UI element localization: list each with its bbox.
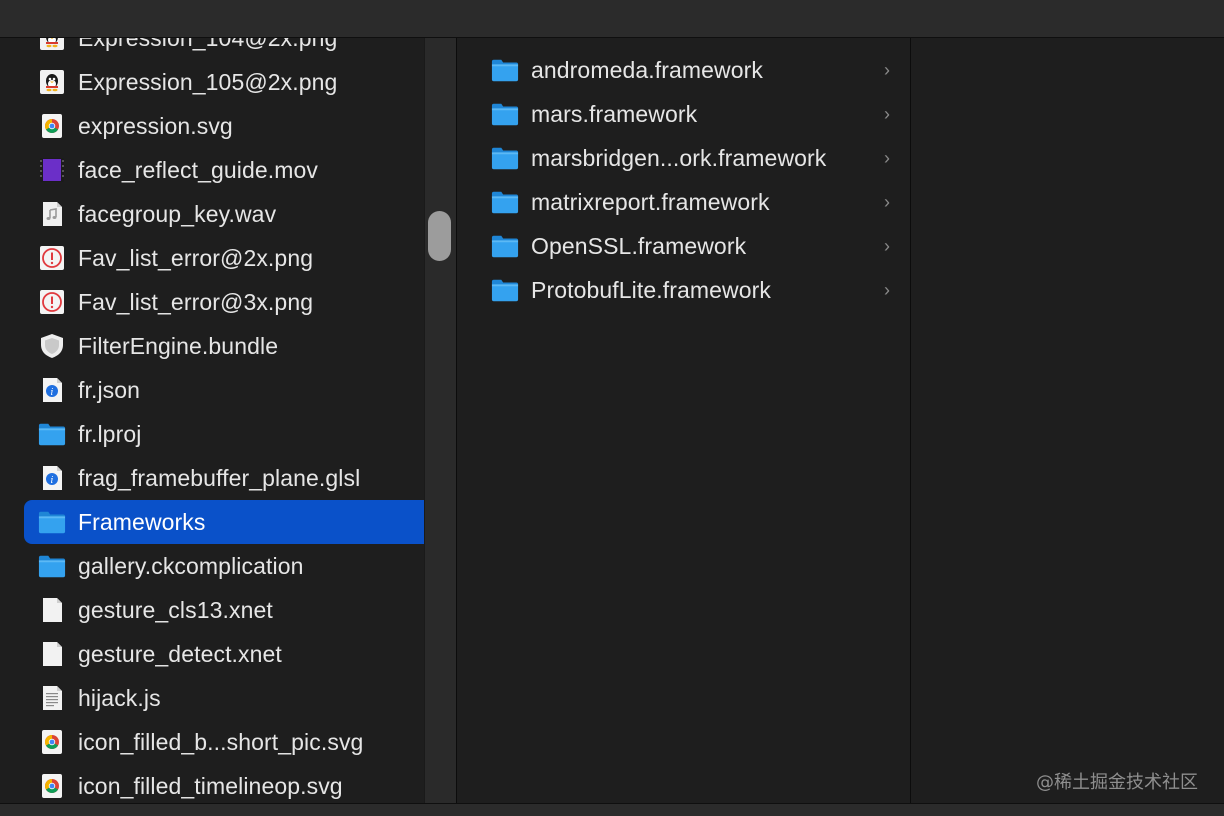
- item-name: Frameworks: [78, 508, 206, 535]
- item-name: mars.framework: [531, 100, 698, 127]
- folder-icon: [38, 552, 66, 580]
- folder-icon: [491, 232, 519, 260]
- item-name: fr.json: [78, 376, 141, 403]
- scrollbar-track[interactable]: [424, 38, 456, 803]
- text-file-icon: [38, 684, 66, 712]
- finder-window: Expression_104@2x.png Expression_105@2x.p…: [0, 0, 1224, 816]
- folder-row[interactable]: ProtobufLite.framework ›: [482, 268, 892, 312]
- file-row[interactable]: face_reflect_guide.mov: [24, 148, 456, 192]
- folder-icon: [491, 144, 519, 172]
- item-name: icon_filled_b...short_pic.svg: [78, 728, 364, 755]
- video-file-icon: [38, 156, 66, 184]
- folder-icon: [38, 420, 66, 448]
- folder-row[interactable]: Frameworks›: [24, 500, 456, 544]
- svg-text:i: i: [51, 476, 54, 486]
- item-name: Expression_104@2x.png: [78, 38, 337, 52]
- chrome-icon: [38, 728, 66, 756]
- file-row[interactable]: FilterEngine.bundle: [24, 324, 456, 368]
- item-name: gesture_detect.xnet: [78, 640, 282, 667]
- item-name: marsbridgen...ork.framework: [531, 144, 827, 171]
- json-file-icon: i: [38, 464, 66, 492]
- penguin-image-icon: [38, 68, 66, 96]
- file-row[interactable]: icon_filled_timelineop.svg: [24, 764, 456, 803]
- file-row[interactable]: hijack.js: [24, 676, 456, 720]
- file-row[interactable]: gesture_detect.xnet: [24, 632, 456, 676]
- chevron-right-icon[interactable]: ›: [884, 61, 890, 79]
- chevron-right-icon[interactable]: ›: [884, 105, 890, 123]
- item-name: Fav_list_error@3x.png: [78, 288, 314, 315]
- watermark: @稀土掘金技术社区: [1036, 772, 1198, 793]
- folder-row[interactable]: mars.framework ›: [482, 92, 892, 136]
- folder-icon: [491, 276, 519, 304]
- folder-row[interactable]: gallery.ckcomplication›: [24, 544, 456, 588]
- folder-row[interactable]: fr.lproj›: [24, 412, 456, 456]
- item-name: OpenSSL.framework: [531, 232, 747, 259]
- item-name: icon_filled_timelineop.svg: [78, 772, 343, 799]
- file-row[interactable]: Fav_list_error@3x.png: [24, 280, 456, 324]
- chrome-icon: [38, 112, 66, 140]
- column-1[interactable]: Expression_104@2x.png Expression_105@2x.p…: [0, 38, 456, 803]
- item-name: matrixreport.framework: [531, 188, 770, 215]
- item-name: Expression_105@2x.png: [78, 68, 338, 95]
- bottom-strip: [0, 803, 1224, 816]
- item-name: expression.svg: [78, 112, 233, 139]
- file-row[interactable]: icon_filled_b...short_pic.svg: [24, 720, 456, 764]
- item-name: facegroup_key.wav: [78, 200, 277, 227]
- file-list-column-1: Expression_104@2x.png Expression_105@2x.p…: [0, 38, 456, 803]
- blank-file-icon: [38, 596, 66, 624]
- folder-row[interactable]: marsbridgen...ork.framework ›: [482, 136, 892, 180]
- chevron-right-icon[interactable]: ›: [884, 237, 890, 255]
- error-image-icon: [38, 244, 66, 272]
- folder-icon: [491, 56, 519, 84]
- folder-icon: [491, 100, 519, 128]
- item-name: ProtobufLite.framework: [531, 276, 771, 303]
- file-row[interactable]: gesture_cls13.xnet: [24, 588, 456, 632]
- chevron-right-icon[interactable]: ›: [884, 149, 890, 167]
- file-row[interactable]: expression.svg: [24, 104, 456, 148]
- chevron-right-icon[interactable]: ›: [884, 281, 890, 299]
- item-name: face_reflect_guide.mov: [78, 156, 319, 183]
- column-3-empty[interactable]: [912, 38, 1224, 803]
- file-row[interactable]: Expression_105@2x.png: [24, 60, 456, 104]
- chrome-icon: [38, 772, 66, 800]
- audio-file-icon: [38, 200, 66, 228]
- blank-file-icon: [38, 640, 66, 668]
- bundle-shield-icon: [38, 332, 66, 360]
- folder-row[interactable]: matrixreport.framework ›: [482, 180, 892, 224]
- column-divider[interactable]: [456, 38, 457, 803]
- folder-row[interactable]: OpenSSL.framework ›: [482, 224, 892, 268]
- json-file-icon: i: [38, 376, 66, 404]
- item-name: Fav_list_error@2x.png: [78, 244, 314, 271]
- svg-text:i: i: [51, 388, 54, 398]
- folder-icon: [38, 508, 66, 536]
- column-divider[interactable]: [910, 38, 911, 803]
- item-name: fr.lproj: [78, 420, 142, 447]
- file-row[interactable]: i frag_framebuffer_plane.glsl: [24, 456, 456, 500]
- folder-icon: [491, 188, 519, 216]
- error-image-icon: [38, 288, 66, 316]
- toolbar-strip: [0, 0, 1224, 38]
- file-row[interactable]: Expression_104@2x.png: [24, 38, 456, 60]
- penguin-image-icon: [38, 38, 66, 52]
- file-row[interactable]: facegroup_key.wav: [24, 192, 456, 236]
- scrollbar-thumb[interactable]: [428, 211, 451, 261]
- item-name: frag_framebuffer_plane.glsl: [78, 464, 361, 491]
- file-list-column-2: andromeda.framework › mars.framework › marsb…: [458, 48, 892, 312]
- item-name: gallery.ckcomplication: [78, 552, 304, 579]
- item-name: gesture_cls13.xnet: [78, 596, 273, 623]
- item-name: andromeda.framework: [531, 56, 764, 83]
- item-name: hijack.js: [78, 684, 161, 711]
- column-2[interactable]: andromeda.framework › mars.framework › marsb…: [458, 38, 910, 803]
- file-row[interactable]: Fav_list_error@2x.png: [24, 236, 456, 280]
- chevron-right-icon[interactable]: ›: [884, 193, 890, 211]
- file-row[interactable]: i fr.json: [24, 368, 456, 412]
- folder-row[interactable]: andromeda.framework ›: [482, 48, 892, 92]
- item-name: FilterEngine.bundle: [78, 332, 279, 359]
